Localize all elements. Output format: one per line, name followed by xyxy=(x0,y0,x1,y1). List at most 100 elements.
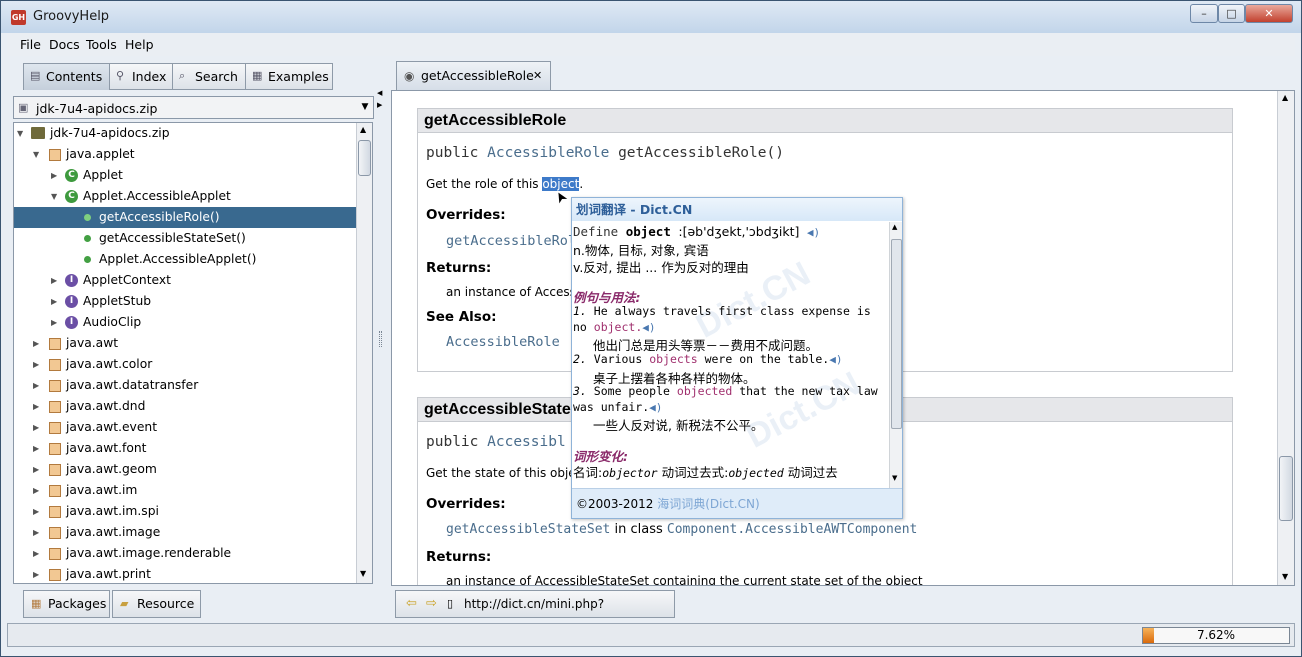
tree-interface-applet-stub[interactable]: ▶ I AppletStub xyxy=(14,291,357,312)
menu-tools[interactable]: Tools xyxy=(86,37,117,52)
scroll-down-icon[interactable]: ▼ xyxy=(1282,572,1288,581)
expand-icon[interactable]: ▶ xyxy=(33,459,43,480)
class-link[interactable]: Component.AccessibleAWTComponent xyxy=(667,522,917,537)
scroll-down-icon[interactable]: ▼ xyxy=(360,569,366,578)
forward-icon[interactable]: ⇨ xyxy=(426,591,437,617)
expand-icon[interactable]: ▶ xyxy=(51,165,61,186)
menu-file[interactable]: File xyxy=(20,37,41,52)
expand-icon[interactable]: ▶ xyxy=(51,270,61,291)
popup-scrollbar[interactable]: ▲ ▼ xyxy=(889,222,902,488)
overrides-link[interactable]: getAccessibleRole xyxy=(446,233,584,249)
tree-package[interactable]: ▶ java.awt.event xyxy=(14,417,357,438)
minimize-button[interactable]: – xyxy=(1190,4,1218,23)
collapse-left-icon[interactable]: ◀ xyxy=(377,89,382,97)
expand-icon[interactable]: ▶ xyxy=(33,396,43,417)
see-also-link[interactable]: AccessibleRole xyxy=(446,334,560,350)
link-status-bar: ⇦ ⇨ ▯ http://dict.cn/mini.php?utf8=1&q=o… xyxy=(395,590,675,637)
expand-icon[interactable]: ▶ xyxy=(33,438,43,459)
tab-examples[interactable]: ▦ Examples xyxy=(245,63,333,90)
package-icon xyxy=(49,485,61,497)
method-signature: public AccessibleRole getAccessibleRole(… xyxy=(426,145,784,161)
document-scrollbar[interactable]: ▲ ▼ xyxy=(1277,91,1294,585)
package-icon xyxy=(49,464,61,476)
tree-constructor[interactable]: Applet.AccessibleApplet() xyxy=(14,249,357,270)
tree-package[interactable]: ▶ java.awt xyxy=(14,333,357,354)
tab-resource[interactable]: ▰ Resource xyxy=(112,590,201,618)
tree-package[interactable]: ▶ java.awt.image xyxy=(14,522,357,543)
scroll-up-icon[interactable]: ▲ xyxy=(360,125,366,134)
maximize-button[interactable]: □ xyxy=(1218,4,1245,23)
close-button[interactable]: ✕ xyxy=(1245,4,1293,23)
title-bar: GH GroovyHelp – □ ✕ xyxy=(1,1,1301,33)
back-icon[interactable]: ⇦ xyxy=(406,591,417,617)
interface-icon: I xyxy=(65,295,78,308)
popup-scroll-thumb[interactable] xyxy=(891,239,902,429)
expand-icon[interactable]: ▶ xyxy=(33,543,43,564)
tree-method-get-accessible-role[interactable]: getAccessibleRole() xyxy=(14,207,357,228)
package-icon xyxy=(49,380,61,392)
archive-select[interactable]: ▣ jdk-7u4-apidocs.zip ▼ xyxy=(13,96,374,119)
expand-right-icon[interactable]: ▶ xyxy=(377,101,382,109)
tab-search[interactable]: ⌕ Search xyxy=(172,63,246,90)
tree-scrollbar[interactable]: ▲ ▼ xyxy=(356,123,372,583)
speaker-icon[interactable]: ◀) xyxy=(649,401,662,414)
tree-package[interactable]: ▶ java.awt.print xyxy=(14,564,357,583)
scroll-up-icon[interactable]: ▲ xyxy=(892,223,897,231)
close-tab-icon[interactable]: ✕ xyxy=(533,62,542,90)
tree-package[interactable]: ▶ java.awt.im.spi xyxy=(14,501,357,522)
splitter-grip[interactable] xyxy=(379,331,382,347)
tree-package[interactable]: ▶ java.awt.im xyxy=(14,480,357,501)
speaker-icon[interactable]: ◀) xyxy=(807,226,820,239)
expand-icon[interactable]: ▶ xyxy=(33,417,43,438)
expand-icon[interactable]: ▶ xyxy=(33,480,43,501)
expand-icon[interactable]: ▶ xyxy=(33,501,43,522)
type-link[interactable]: AccessibleRole xyxy=(487,145,609,161)
collapse-icon[interactable]: ▼ xyxy=(17,123,27,144)
tab-contents[interactable]: ▤ Contents xyxy=(23,63,116,90)
tree-package[interactable]: ▶ java.awt.image.renderable xyxy=(14,543,357,564)
menu-help[interactable]: Help xyxy=(125,37,154,52)
chevron-down-icon[interactable]: ▼ xyxy=(357,97,373,118)
tree-package[interactable]: ▶ java.awt.dnd xyxy=(14,396,357,417)
expand-icon[interactable]: ▶ xyxy=(51,291,61,312)
collapse-icon[interactable]: ▼ xyxy=(33,144,43,165)
dict-link[interactable]: 海词词典(Dict.CN) xyxy=(657,497,759,511)
watermark: Dict.CN xyxy=(740,364,867,456)
expand-icon[interactable]: ▶ xyxy=(33,354,43,375)
speaker-icon[interactable]: ◀) xyxy=(829,353,842,366)
tree-scroll-thumb[interactable] xyxy=(358,140,371,176)
document-scroll-thumb[interactable] xyxy=(1279,456,1293,521)
scroll-down-icon[interactable]: ▼ xyxy=(892,474,897,482)
expand-icon[interactable]: ▶ xyxy=(33,375,43,396)
package-icon xyxy=(49,527,61,539)
panel-splitter[interactable]: ◀ ▶ xyxy=(376,59,386,624)
tab-document[interactable]: ◉ getAccessibleRole ✕ xyxy=(396,61,551,90)
dictionary-popup[interactable]: 划词翻译 - Dict.CN Dict.CN Dict.CN Define ob… xyxy=(571,197,903,519)
tab-index[interactable]: ⚲ Index xyxy=(109,63,173,90)
menu-docs[interactable]: Docs xyxy=(49,37,80,52)
contents-tree[interactable]: ▼ jdk-7u4-apidocs.zip ▼ java.applet ▶ C Appl… xyxy=(13,122,373,584)
overrides-link[interactable]: getAccessibleStateSet xyxy=(446,522,610,537)
tree-package-java-applet[interactable]: ▼ java.applet xyxy=(14,144,357,165)
tree-package[interactable]: ▶ java.awt.datatransfer xyxy=(14,375,357,396)
tree-interface-applet-context[interactable]: ▶ I AppletContext xyxy=(14,270,357,291)
tab-packages[interactable]: ▦ Packages xyxy=(23,590,110,618)
tree-package[interactable]: ▶ java.awt.font xyxy=(14,438,357,459)
expand-icon[interactable]: ▶ xyxy=(51,312,61,333)
tree-class-applet[interactable]: ▶ C Applet xyxy=(14,165,357,186)
expand-icon[interactable]: ▶ xyxy=(33,564,43,583)
expand-icon[interactable]: ▶ xyxy=(33,333,43,354)
tree-interface-audio-clip[interactable]: ▶ I AudioClip xyxy=(14,312,357,333)
type-link[interactable]: Accessibl xyxy=(487,434,566,450)
tree-package[interactable]: ▶ java.awt.color xyxy=(14,354,357,375)
scroll-up-icon[interactable]: ▲ xyxy=(1282,93,1288,102)
expand-icon[interactable]: ▶ xyxy=(33,522,43,543)
tree-class-accessible-applet[interactable]: ▼ C Applet.AccessibleApplet xyxy=(14,186,357,207)
speaker-icon[interactable]: ◀) xyxy=(642,321,655,334)
status-bar: 7.62% xyxy=(7,623,1295,647)
tree-method-get-accessible-state-set[interactable]: getAccessibleStateSet() xyxy=(14,228,357,249)
tree-root[interactable]: ▼ jdk-7u4-apidocs.zip xyxy=(14,123,357,144)
tree-package[interactable]: ▶ java.awt.geom xyxy=(14,459,357,480)
collapse-icon[interactable]: ▼ xyxy=(51,186,61,207)
constructor-icon xyxy=(84,256,91,263)
